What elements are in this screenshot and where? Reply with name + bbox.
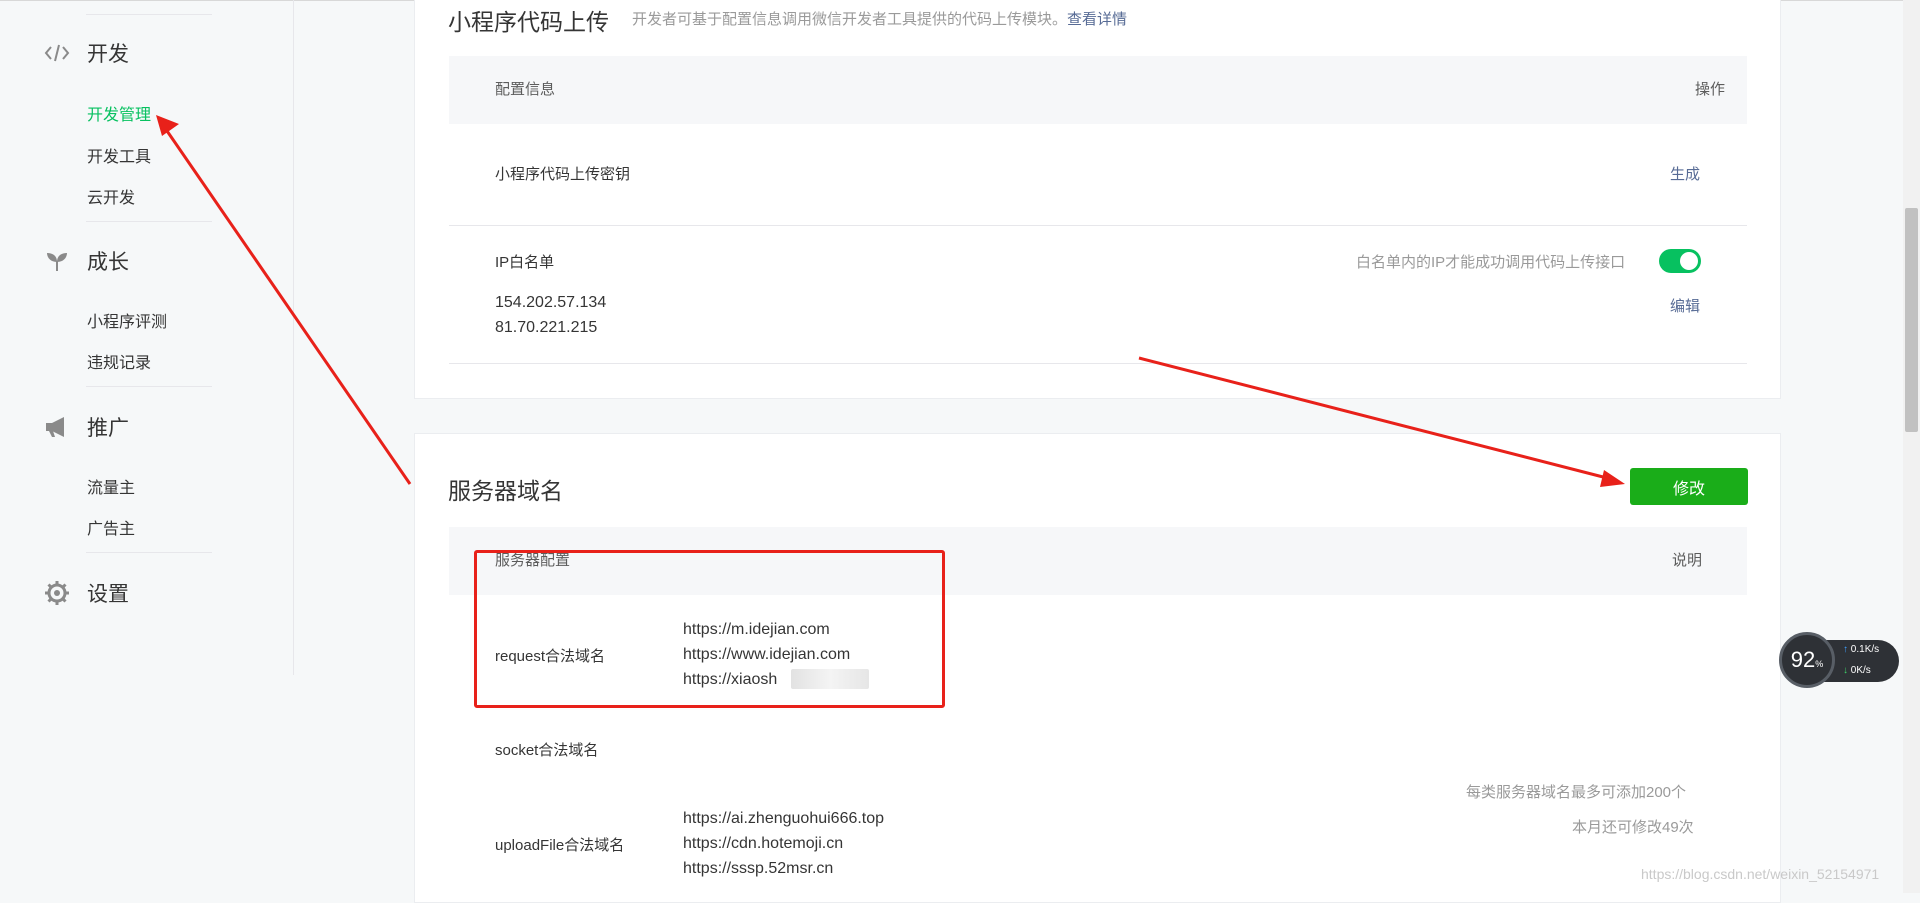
code-upload-table-header: 配置信息 操作 [449, 56, 1747, 124]
usage-percent-unit: % [1815, 659, 1824, 669]
memory-usage-gauge: 92% [1779, 632, 1835, 688]
view-details-link[interactable]: 查看详情 [1067, 11, 1127, 28]
arrow-down-icon: ↓ [1843, 665, 1848, 676]
remaining-modifications-note: 本月还可修改49次 [1572, 819, 1694, 836]
gear-icon [42, 578, 72, 608]
sidebar-group-label: 推广 [87, 417, 129, 440]
sidebar-group-label: 设置 [87, 583, 129, 606]
sidebar-item-cloud-dev[interactable]: 云开发 [87, 184, 135, 208]
watermark: https://blog.csdn.net/weixin_52154971 [1641, 866, 1880, 882]
sidebar-item-evaluation[interactable]: 小程序评测 [87, 308, 167, 332]
edit-ip-link[interactable]: 编辑 [1670, 295, 1700, 316]
ip-whitelist-hint: 白名单内的IP才能成功调用代码上传接口 [1356, 254, 1626, 271]
sidebar-group-promotion[interactable]: 推广 [42, 412, 129, 442]
code-upload-title: 小程序代码上传 [448, 9, 609, 35]
code-upload-desc: 开发者可基于配置信息调用微信开发者工具提供的代码上传模块。查看详情 [632, 8, 1127, 29]
generate-key-link[interactable]: 生成 [1670, 163, 1700, 184]
domain-limit-note: 每类服务器域名最多可添加200个 [1466, 784, 1687, 801]
upload-rate: 0.1 [1850, 644, 1865, 655]
sidebar-divider [86, 14, 212, 15]
server-domain-title: 服务器域名 [448, 478, 563, 504]
uploadfile-domain-list: https://ai.zhenguohui666.top https://cdn… [683, 806, 884, 881]
code-upload-card: 小程序代码上传 开发者可基于配置信息调用微信开发者工具提供的代码上传模块。查看详… [414, 0, 1781, 399]
request-domain-label: request合法域名 [495, 648, 606, 665]
socket-domain-label: socket合法域名 [495, 742, 599, 759]
sidebar: 开发 开发管理 开发工具 云开发 成长 小程序评测 违规记录 推广 流量主 广告… [0, 0, 294, 675]
sidebar-group-label: 开发 [87, 43, 129, 66]
arrow-up-icon: ↑ [1843, 644, 1848, 655]
scrollbar-thumb[interactable] [1905, 208, 1918, 432]
sidebar-item-dev-tools[interactable]: 开发工具 [87, 143, 151, 167]
sidebar-item-advertiser[interactable]: 广告主 [87, 515, 135, 539]
sidebar-group-growth[interactable]: 成长 [42, 246, 129, 276]
domain-item: https://ai.zhenguohui666.top [683, 810, 885, 827]
domain-item: https://m.idejian.com [683, 621, 830, 638]
domain-item: https://www.idejian.com [683, 646, 851, 663]
code-upload-desc-text: 开发者可基于配置信息调用微信开发者工具提供的代码上传模块。 [632, 11, 1068, 28]
upload-key-label: 小程序代码上传密钥 [495, 166, 631, 183]
row-divider [449, 363, 1747, 364]
col-config-info: 配置信息 [495, 81, 556, 98]
ip-address: 81.70.221.215 [495, 319, 598, 336]
download-unit: K/s [1856, 665, 1871, 676]
col-action: 操作 [1694, 81, 1725, 98]
sidebar-divider [86, 221, 212, 222]
sidebar-group-settings[interactable]: 设置 [42, 578, 129, 608]
download-speed: ↓ 0K/s [1843, 665, 1871, 676]
upload-speed: ↑ 0.1K/s [1843, 644, 1879, 655]
sidebar-item-dev-management[interactable]: 开发管理 [87, 101, 151, 125]
network-monitor-widget[interactable]: 92% ↑ 0.1K/s ↓ 0K/s [1779, 632, 1901, 688]
domain-item: https://cdn.hotemoji.cn [683, 835, 844, 852]
sidebar-item-publisher[interactable]: 流量主 [87, 474, 135, 498]
ip-address: 154.202.57.134 [495, 294, 607, 311]
server-domain-card: 服务器域名 修改 服务器配置 说明 request合法域名 https://m.… [414, 433, 1781, 903]
sidebar-divider [86, 386, 212, 387]
ip-whitelist-toggle[interactable] [1659, 249, 1701, 273]
redacted-blur [791, 669, 869, 689]
sidebar-item-violations[interactable]: 违规记录 [87, 349, 151, 373]
col-server-config: 服务器配置 [495, 552, 571, 569]
page-scrollbar[interactable] [1903, 0, 1920, 893]
sprout-icon [42, 246, 72, 276]
usage-percent: 92% [1791, 647, 1824, 673]
sidebar-group-develop[interactable]: 开发 [42, 38, 129, 68]
uploadfile-domain-label: uploadFile合法域名 [495, 837, 625, 854]
row-divider [449, 225, 1747, 226]
ip-whitelist-label: IP白名单 [495, 254, 555, 271]
sidebar-group-label: 成长 [87, 251, 129, 274]
server-table-header: 服务器配置 说明 [449, 527, 1747, 595]
col-description: 说明 [1671, 552, 1702, 569]
upload-unit: K/s [1864, 644, 1880, 655]
domain-item: https://sssp.52msr.cn [683, 860, 834, 877]
toggle-knob [1680, 252, 1698, 270]
sidebar-divider [86, 552, 212, 553]
modify-button[interactable]: 修改 [1630, 468, 1748, 505]
code-icon [42, 38, 72, 68]
usage-percent-value: 92 [1790, 647, 1816, 672]
megaphone-icon [42, 412, 72, 442]
